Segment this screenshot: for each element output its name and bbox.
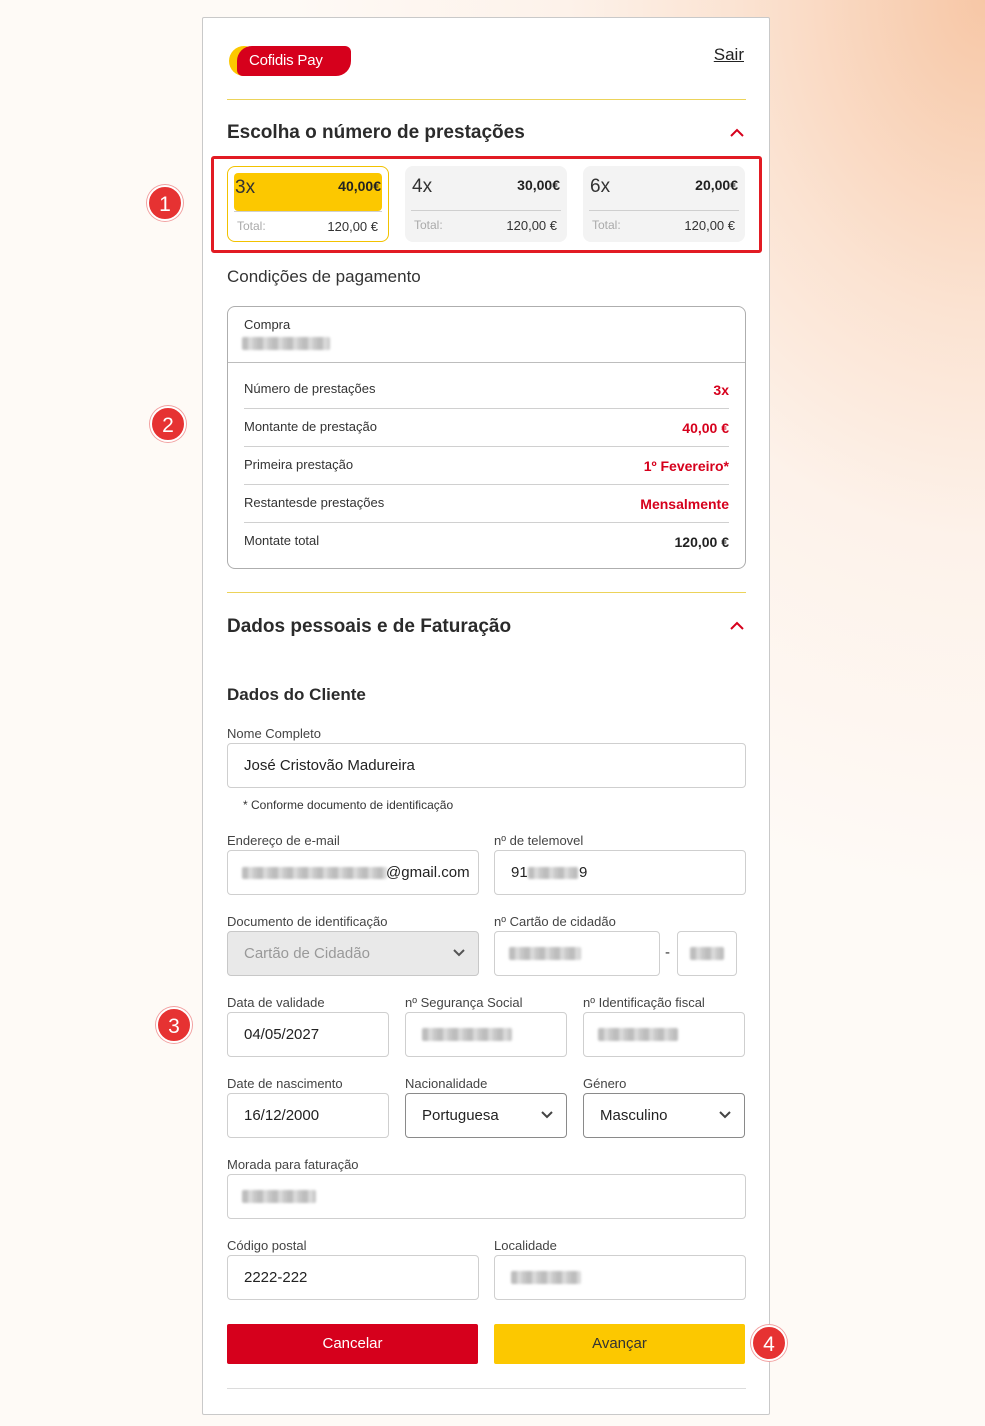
nationality-select[interactable]: Portuguesa: [405, 1093, 567, 1138]
cancel-button[interactable]: Cancelar: [227, 1324, 478, 1364]
purchase-value-redacted: [242, 337, 330, 350]
condition-label: Montante de prestação: [244, 419, 377, 434]
personal-title: Dados pessoais e de Faturação: [227, 616, 512, 637]
validity-input[interactable]: 04/05/2027: [227, 1012, 389, 1057]
condition-label: Restantesde prestações: [244, 495, 385, 510]
installments-title: Escolha o número de prestações: [227, 122, 525, 143]
email-input[interactable]: @gmail.com: [227, 850, 479, 895]
conditions-box: Compra Número de prestações 3x Montante …: [227, 306, 746, 569]
phone-suffix: 9: [579, 864, 588, 881]
annotation-marker-3: 3: [156, 1007, 192, 1043]
chevron-up-icon[interactable]: [730, 621, 744, 631]
tax-id-label: nº Identificação fiscal: [583, 995, 705, 1010]
cc-separator: -: [665, 944, 670, 961]
validity-label: Data de validade: [227, 995, 325, 1010]
chevron-up-icon[interactable]: [730, 128, 744, 138]
billing-address-label: Morada para faturação: [227, 1157, 359, 1172]
condition-value: 120,00 €: [674, 534, 730, 550]
condition-value: Mensalmente: [640, 496, 729, 512]
condition-label: Número de prestações: [244, 381, 376, 396]
logo-text: Cofidis Pay: [237, 46, 351, 76]
conditions-title: Condições de pagamento: [227, 267, 421, 286]
email-label: Endereço de e-mail: [227, 833, 340, 848]
postal-code-label: Código postal: [227, 1238, 307, 1253]
locality-label: Localidade: [494, 1238, 557, 1253]
doc-type-label: Documento de identificação: [227, 914, 388, 929]
condition-value: 1º Fevereiro*: [643, 458, 729, 474]
tax-id-input[interactable]: [583, 1012, 745, 1057]
email-domain: @gmail.com: [386, 864, 470, 881]
cc-number-label: nº Cartão de cidadão: [494, 914, 616, 929]
postal-code-input[interactable]: 2222-222: [227, 1255, 479, 1300]
birth-date-label: Date de nascimento: [227, 1076, 343, 1091]
condition-label: Primeira prestação: [244, 457, 354, 472]
full-name-input[interactable]: José Cristovão Madureira: [227, 743, 746, 788]
chevron-down-icon: [541, 1111, 553, 1119]
condition-value: 40,00 €: [682, 420, 729, 436]
chevron-down-icon: [719, 1111, 731, 1119]
cc-check-digits-input[interactable]: [677, 931, 737, 976]
locality-input[interactable]: [494, 1255, 746, 1300]
condition-label: Montate total: [244, 533, 320, 548]
purchase-label: Compra: [244, 317, 291, 332]
cofidis-pay-logo: Cofidis Pay: [229, 46, 351, 76]
cc-number-input[interactable]: [494, 931, 660, 976]
billing-address-input[interactable]: [227, 1174, 746, 1219]
gender-value: Masculino: [600, 1107, 668, 1124]
social-security-input[interactable]: [405, 1012, 567, 1057]
birth-date-input[interactable]: 16/12/2000: [227, 1093, 389, 1138]
exit-link[interactable]: Sair: [714, 45, 744, 65]
social-security-label: nº Segurança Social: [405, 995, 523, 1010]
checkout-card: Cofidis Pay Sair Escolha o número de pre…: [202, 17, 770, 1415]
divider: [227, 592, 746, 593]
condition-value: 3x: [713, 382, 729, 398]
highlight-box: [211, 156, 762, 253]
next-button[interactable]: Avançar: [494, 1324, 745, 1364]
doc-type-value: Cartão de Cidadão: [244, 945, 370, 962]
divider: [227, 99, 746, 100]
nationality-label: Nacionalidade: [405, 1076, 488, 1091]
annotation-marker-2: 2: [150, 406, 186, 442]
phone-prefix: 91: [511, 864, 528, 881]
gender-select[interactable]: Masculino: [583, 1093, 745, 1138]
divider: [227, 1388, 746, 1389]
chevron-down-icon: [453, 949, 465, 957]
client-subtitle: Dados do Cliente: [227, 685, 366, 704]
annotation-marker-1: 1: [147, 185, 183, 221]
phone-input[interactable]: 91 9: [494, 850, 746, 895]
full-name-label: Nome Completo: [227, 726, 321, 741]
phone-label: nº de telemovel: [494, 833, 584, 848]
nationality-value: Portuguesa: [422, 1107, 499, 1124]
doc-type-select[interactable]: Cartão de Cidadão: [227, 931, 479, 976]
id-note: * Conforme documento de identificação: [243, 798, 454, 812]
annotation-marker-4: 4: [751, 1325, 787, 1361]
gender-label: Género: [583, 1076, 627, 1091]
